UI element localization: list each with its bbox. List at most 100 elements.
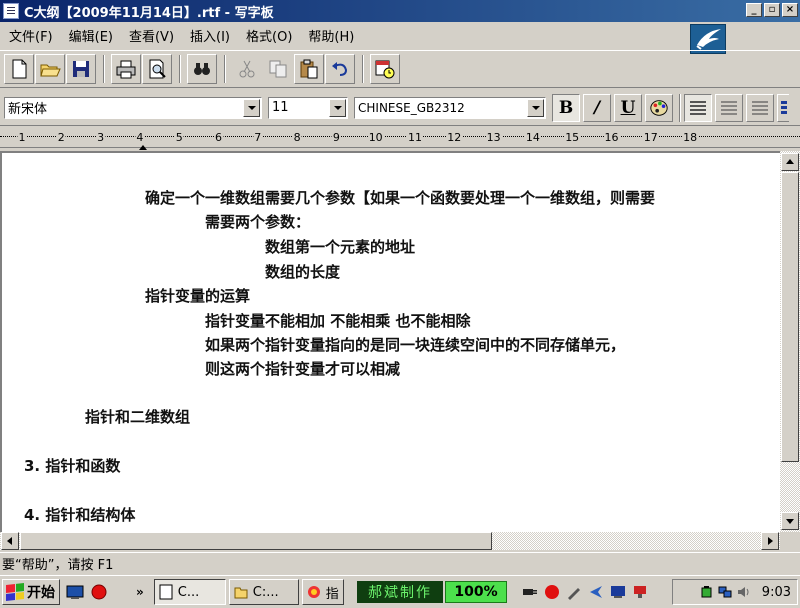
- volume-icon[interactable]: [736, 585, 750, 599]
- document-area[interactable]: 确定一个一维数组需要几个参数【如果一个函数要处理一个一维数组，则需要 需要两个参…: [0, 151, 780, 532]
- print-icon[interactable]: [111, 54, 141, 84]
- menu-file[interactable]: 文件(F): [2, 24, 60, 47]
- ruler-number: 16: [603, 131, 620, 144]
- task-button-folder[interactable]: C:...: [228, 579, 299, 605]
- scroll-down-icon[interactable]: [781, 512, 799, 530]
- scroll-left-icon[interactable]: [1, 532, 19, 550]
- arrow-icon[interactable]: [588, 584, 604, 600]
- folder-icon: [234, 587, 248, 599]
- toolbar-separator: [103, 55, 105, 83]
- vertical-scroll-thumb[interactable]: [781, 172, 799, 462]
- ruler-number: 11: [407, 131, 423, 144]
- plug-icon[interactable]: [520, 584, 538, 600]
- title-bar[interactable]: C大纲【2009年11月14日】.rtf - 写字板 _ ▫ ×: [0, 0, 800, 22]
- ruler-number: 3: [96, 131, 106, 144]
- scroll-right-icon[interactable]: [761, 532, 779, 550]
- horizontal-scrollbar[interactable]: [0, 532, 780, 550]
- start-label: 开始: [27, 585, 55, 601]
- task-button-wordpad[interactable]: C...: [153, 579, 226, 605]
- maximize-button[interactable]: ▫: [764, 3, 780, 17]
- chevron-down-icon[interactable]: [527, 98, 544, 117]
- ruler-number: 10: [367, 131, 384, 144]
- window-title: C大纲【2009年11月14日】.rtf - 写字板: [24, 5, 274, 21]
- network-connection-icon[interactable]: [718, 585, 732, 599]
- taskbar-more-chevron[interactable]: »: [136, 585, 144, 599]
- horizontal-scroll-thumb[interactable]: [20, 532, 492, 550]
- ruler-number: 9: [331, 131, 341, 144]
- date-time-icon[interactable]: [370, 54, 400, 84]
- menu-format[interactable]: 格式(O): [239, 24, 299, 47]
- document-icon: [3, 3, 19, 19]
- bullets-icon[interactable]: [777, 93, 789, 122]
- system-tray: 9:03: [672, 579, 798, 605]
- pen-icon[interactable]: [566, 584, 582, 600]
- script-select[interactable]: CHINESE_GB2312: [354, 96, 546, 119]
- print-preview-icon[interactable]: [142, 54, 172, 84]
- save-icon[interactable]: [66, 54, 96, 84]
- cut-scissors-icon[interactable]: [232, 54, 262, 84]
- start-button[interactable]: 开始: [2, 579, 60, 605]
- clock[interactable]: 9:03: [762, 585, 791, 600]
- ruler-number: 6: [214, 131, 223, 144]
- ruler-number: 15: [564, 131, 581, 144]
- doc-line: 指针变量不能相加 不能相乘 也不能相除: [205, 312, 471, 330]
- menu-help[interactable]: 帮助(H): [301, 24, 361, 47]
- align-right-icon[interactable]: [746, 93, 774, 122]
- document-icon: [159, 584, 173, 600]
- font-name-value: 新宋体: [8, 102, 48, 117]
- standard-toolbar: [0, 50, 800, 88]
- ruler-number: 2: [56, 131, 66, 144]
- paste-clipboard-icon[interactable]: [294, 54, 324, 84]
- color-palette-icon[interactable]: [645, 93, 673, 122]
- ruler[interactable]: 1 2 3 4 5 6 7 8 9 10 11 12 13 14 15 16 17 18: [0, 128, 800, 150]
- underline-button[interactable]: U: [614, 93, 642, 122]
- ruler-number: 13: [485, 131, 502, 144]
- task-label: 指: [325, 586, 339, 602]
- menu-bar: 文件(F) 编辑(E) 查看(V) 插入(I) 格式(O) 帮助(H): [0, 22, 800, 48]
- align-center-icon[interactable]: [715, 93, 743, 122]
- find-binoculars-icon[interactable]: [187, 54, 217, 84]
- open-folder-icon[interactable]: [35, 54, 65, 84]
- scrollbar-corner: [780, 532, 800, 550]
- font-name-select[interactable]: 新宋体: [4, 96, 262, 119]
- doc-line: 确定一个一维数组需要几个参数【如果一个函数要处理一个一维数组，则需要: [145, 189, 656, 207]
- align-left-icon[interactable]: [684, 93, 712, 122]
- menu-view[interactable]: 查看(V): [122, 24, 181, 47]
- toolbar-separator: [362, 55, 364, 83]
- ruler-number: 7: [253, 131, 263, 144]
- status-bar: 要“帮助”，请按 F1: [0, 552, 800, 574]
- font-size-select[interactable]: 11: [268, 96, 348, 119]
- record-icon[interactable]: [90, 583, 108, 601]
- doc-line: 如果两个指针变量指向的是同一块连续空间中的不同存储单元，: [205, 336, 626, 354]
- doc-line: 指针和二维数组: [85, 408, 191, 426]
- zoom-percent: 100%: [445, 581, 507, 603]
- scroll-up-icon[interactable]: [781, 153, 799, 171]
- menu-edit[interactable]: 编辑(E): [62, 24, 120, 47]
- script-value: CHINESE_GB2312: [358, 100, 465, 115]
- screen-icon[interactable]: [610, 584, 626, 600]
- toolbar-separator: [679, 93, 681, 122]
- app-icon: [307, 586, 320, 598]
- menu-insert[interactable]: 插入(I): [183, 24, 237, 47]
- task-label: C...: [177, 584, 200, 600]
- chevron-down-icon[interactable]: [243, 98, 260, 117]
- minimize-button[interactable]: _: [746, 3, 762, 17]
- record-icon[interactable]: [544, 584, 560, 600]
- copy-icon[interactable]: [263, 54, 293, 84]
- task-button-pointer[interactable]: 指: [301, 579, 344, 605]
- vertical-scrollbar[interactable]: [780, 151, 800, 532]
- close-button[interactable]: ×: [782, 3, 798, 17]
- undo-icon[interactable]: [325, 54, 355, 84]
- bold-button[interactable]: B: [552, 93, 580, 122]
- status-text: 要“帮助”，请按 F1: [2, 558, 114, 573]
- battery-icon[interactable]: [700, 585, 714, 599]
- network-icon[interactable]: [632, 584, 648, 600]
- indent-marker[interactable]: [139, 145, 147, 150]
- chevron-down-icon[interactable]: [329, 98, 346, 117]
- italic-button[interactable]: /: [583, 93, 611, 122]
- doc-line: 则这两个指针变量才可以相减: [205, 360, 401, 378]
- new-document-icon[interactable]: [4, 54, 34, 84]
- show-desktop-icon[interactable]: [66, 584, 84, 600]
- ruler-number: 8: [292, 131, 302, 144]
- ruler-number: 5: [174, 131, 184, 144]
